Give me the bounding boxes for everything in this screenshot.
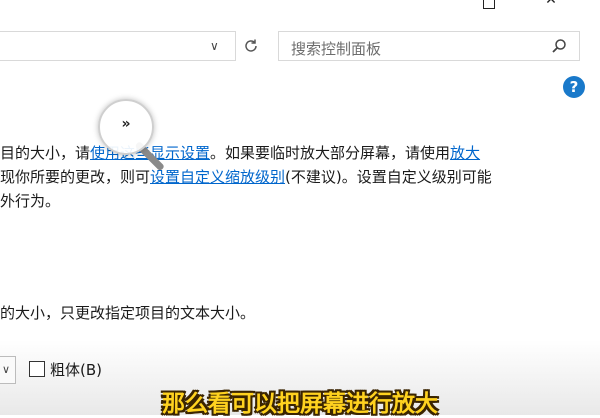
search-input[interactable]: 搜索控制面板 [278, 31, 580, 61]
bold-checkbox[interactable] [29, 361, 45, 377]
description-text: (不建议)。设置自定义级别可能 [285, 168, 492, 186]
text-size-description: 的大小，只更改指定项目的文本大小。 [0, 304, 256, 322]
bold-checkbox-label[interactable]: 粗体(B) [50, 359, 102, 380]
description-line-1: 目的大小，请使用这些显示设置。如果要临时放大部分屏幕，请使用放大 [0, 141, 480, 165]
refresh-button[interactable] [238, 33, 264, 59]
description-line-2: 现你所要的更改，则可设置自定义缩放级别(不建议)。设置自定义级别可能 [0, 165, 492, 189]
close-button[interactable]: ✕ [528, 0, 574, 14]
video-subtitle: 那么看可以把屏幕进行放大 [162, 391, 438, 417]
description-text: 目的大小，请 [0, 144, 91, 162]
close-icon: ✕ [545, 0, 557, 8]
address-bar[interactable]: ∨ [0, 31, 236, 61]
maximize-button[interactable] [466, 0, 512, 14]
chevron-down-icon: ∨ [2, 363, 11, 376]
text-size-select[interactable]: ∨ [0, 356, 16, 384]
magnifier-link[interactable]: 放大 [450, 144, 480, 162]
search-icon [552, 39, 566, 53]
refresh-icon [245, 39, 257, 52]
search-placeholder: 搜索控制面板 [291, 40, 382, 58]
custom-scaling-link[interactable]: 设置自定义缩放级别 [150, 168, 285, 186]
title-bar: ✕ [0, 0, 600, 26]
description-text: 。如果要临时放大部分屏幕，请使用 [210, 144, 451, 162]
help-icon[interactable]: ? [563, 76, 585, 98]
description-text: 现你所要的更改，则可 [0, 168, 151, 186]
magnifier-icon: » [121, 116, 131, 132]
magnifier-lens[interactable]: » [98, 99, 154, 155]
description-line-3: 外行为。 [0, 192, 61, 210]
maximize-icon [483, 0, 495, 9]
chevron-down-icon[interactable]: ∨ [210, 39, 219, 53]
